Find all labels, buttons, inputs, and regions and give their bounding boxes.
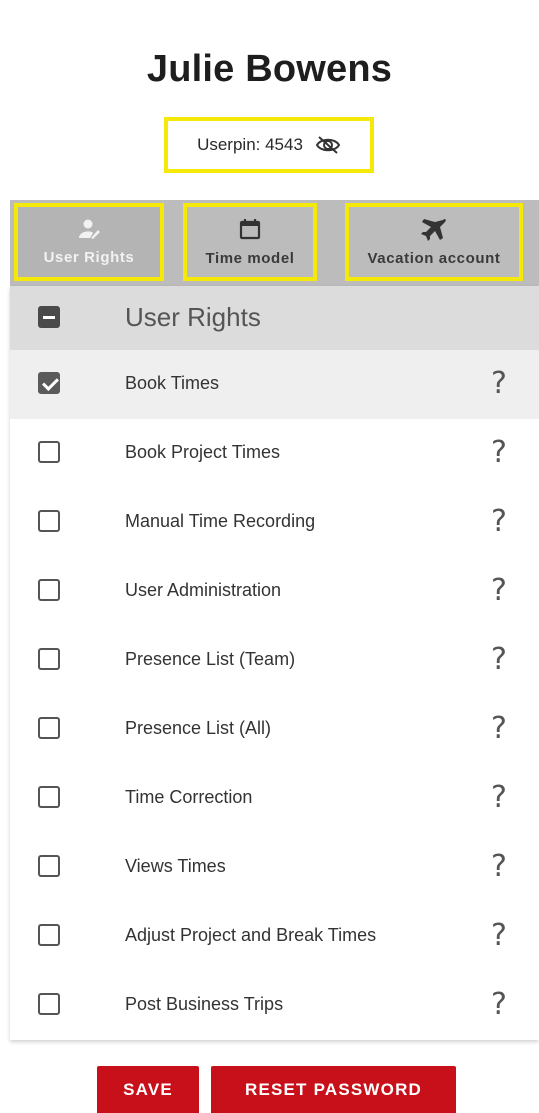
right-row-views-times: Views Times ? (10, 833, 539, 902)
tab-time-model[interactable]: Time model (183, 203, 317, 281)
help-icon[interactable]: ? (491, 642, 507, 677)
right-row-presence-list-all: Presence List (All) ? (10, 695, 539, 764)
checkbox-presence-list-all[interactable] (38, 717, 60, 739)
help-icon[interactable]: ? (491, 573, 507, 608)
right-row-book-project-times: Book Project Times ? (10, 419, 539, 488)
right-row-adjust-project-break-times: Adjust Project and Break Times ? (10, 902, 539, 971)
help-icon[interactable]: ? (491, 780, 507, 815)
userpin-display: Userpin: 4543 (164, 117, 374, 173)
save-button[interactable]: SAVE (97, 1066, 199, 1113)
right-label: Presence List (All) (125, 718, 272, 738)
right-label: Time Correction (125, 787, 253, 807)
right-label: Book Times (125, 373, 220, 393)
airplane-icon (421, 217, 447, 246)
checkbox-adjust-project-break-times[interactable] (38, 924, 60, 946)
help-icon[interactable]: ? (491, 435, 507, 470)
userpin-label: Userpin: 4543 (197, 135, 303, 154)
calendar-icon (238, 217, 262, 246)
right-label: User Administration (125, 580, 282, 600)
checkbox-user-administration[interactable] (38, 579, 60, 601)
user-edit-icon (77, 218, 101, 245)
checkbox-post-business-trips[interactable] (38, 993, 60, 1015)
tab-vacation-account-label: Vacation account (367, 250, 501, 267)
reset-password-button[interactable]: RESET PASSWORD (211, 1066, 456, 1113)
help-icon[interactable]: ? (491, 918, 507, 953)
right-row-manual-time-recording: Manual Time Recording ? (10, 488, 539, 557)
checkbox-book-project-times[interactable] (38, 441, 60, 463)
right-label: Adjust Project and Break Times (125, 925, 377, 945)
right-row-user-administration: User Administration ? (10, 557, 539, 626)
right-label: Views Times (125, 856, 226, 876)
checkbox-manual-time-recording[interactable] (38, 510, 60, 532)
help-icon[interactable]: ? (491, 849, 507, 884)
right-row-post-business-trips: Post Business Trips ? (10, 971, 539, 1040)
help-icon[interactable]: ? (491, 366, 507, 401)
user-name-title: Julie Bowens (146, 48, 393, 90)
right-row-presence-list-team: Presence List (Team) ? (10, 626, 539, 695)
right-row-book-times: Book Times ? (10, 350, 539, 419)
checkbox-time-correction[interactable] (38, 786, 60, 808)
checkbox-views-times[interactable] (38, 855, 60, 877)
right-label: Post Business Trips (125, 994, 284, 1014)
select-all-checkbox[interactable] (38, 306, 60, 328)
user-rights-header-label: User Rights (125, 302, 261, 332)
tab-user-rights-label: User Rights (43, 249, 135, 266)
tab-vacation-account[interactable]: Vacation account (345, 203, 523, 281)
user-rights-header: User Rights (10, 286, 539, 350)
user-rights-panel: User Rights Book Times ? Book Project Ti… (10, 286, 539, 1040)
right-label: Manual Time Recording (125, 511, 316, 531)
tab-time-model-label: Time model (205, 250, 295, 267)
right-label: Presence List (Team) (125, 649, 296, 669)
tab-bar: User Rights Time model Vacation account (10, 200, 539, 286)
eye-off-icon[interactable] (315, 134, 341, 156)
right-label: Book Project Times (125, 442, 281, 462)
help-icon[interactable]: ? (491, 711, 507, 746)
tab-user-rights[interactable]: User Rights (14, 203, 164, 281)
checkbox-book-times[interactable] (38, 372, 60, 394)
help-icon[interactable]: ? (491, 987, 507, 1022)
help-icon[interactable]: ? (491, 504, 507, 539)
right-row-time-correction: Time Correction ? (10, 764, 539, 833)
checkbox-presence-list-team[interactable] (38, 648, 60, 670)
